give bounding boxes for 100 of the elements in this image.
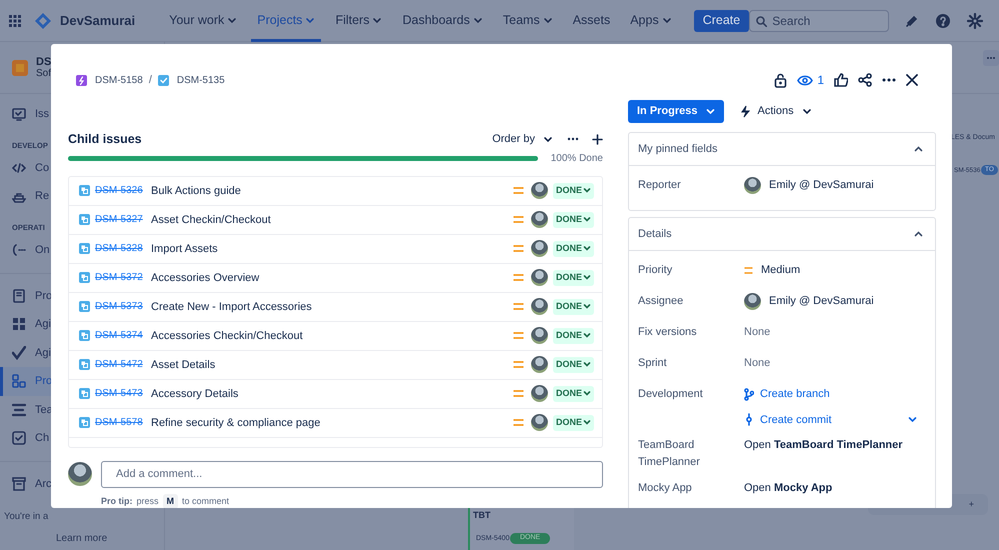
create-commit-link[interactable]: Create commit [744, 412, 832, 428]
assignee-avatar[interactable] [530, 327, 548, 344]
brand-name[interactable]: DevSamurai [60, 10, 136, 30]
user-avatar [744, 177, 761, 194]
field-label: Sprint [637, 356, 668, 371]
issue-summary: Import Assets [151, 242, 219, 256]
chevron-down-icon [583, 303, 591, 310]
comment-field[interactable]: Add a comment... [101, 460, 603, 488]
settings-icon[interactable] [967, 12, 984, 28]
user-avatar [744, 293, 761, 310]
assignee-avatar[interactable] [530, 211, 548, 228]
add-icon[interactable] [592, 134, 603, 145]
watch-button[interactable]: 1 [797, 71, 824, 89]
status-dropdown[interactable]: DONE [552, 328, 594, 344]
status-button[interactable]: In Progress [628, 100, 724, 123]
chevron-down-icon[interactable] [908, 416, 917, 424]
issue-key-link[interactable]: DSM-5473 [95, 386, 151, 402]
field-label: TeamBoard TimePlanner [637, 438, 701, 470]
share-icon[interactable] [858, 73, 872, 87]
breadcrumb-link[interactable]: DSM-5135 [158, 72, 225, 88]
nav-menu-item[interactable]: Dashboards [396, 0, 489, 42]
issue-key-link[interactable]: DSM-5372 [95, 270, 151, 286]
assignee-avatar[interactable] [530, 240, 548, 258]
close-icon[interactable] [906, 74, 918, 86]
assignee-avatar[interactable] [530, 385, 548, 402]
more-button[interactable] [983, 50, 999, 66]
assignee-avatar[interactable] [530, 182, 548, 200]
branch-icon [744, 388, 754, 401]
chevron-down-icon [372, 16, 382, 25]
assignee-avatar[interactable] [530, 356, 548, 374]
status-dropdown[interactable]: DONE [552, 299, 594, 314]
status-dropdown[interactable]: DONE [552, 357, 594, 372]
nav-menu-item[interactable]: Apps [624, 0, 678, 42]
search-field[interactable]: Search [749, 10, 890, 32]
nav-menu-item[interactable]: Filters [329, 0, 388, 42]
issue-key-link[interactable]: DSM-5472 [95, 357, 151, 372]
subtask-icon [79, 417, 90, 428]
issue-key-link[interactable]: DSM-5326 [95, 183, 151, 198]
user-name[interactable]: Emily @ DevSamurai [769, 177, 874, 194]
sidebar-item[interactable]: On [0, 236, 52, 264]
sidebar-item[interactable]: Agi [0, 310, 53, 338]
issue-key-link[interactable]: DSM-5374 [95, 328, 151, 344]
sidebar-item[interactable]: Arc [0, 470, 54, 498]
help-icon[interactable] [935, 12, 952, 28]
more-icon[interactable] [567, 137, 579, 142]
sidebar-item[interactable]: Ch [0, 424, 52, 452]
user-name[interactable]: Emily @ DevSamurai [769, 293, 874, 310]
issue-summary: Accessories Overview [151, 270, 260, 286]
create-branch-link[interactable]: Create branch [744, 386, 830, 402]
sidebar-item[interactable]: Co [0, 154, 52, 182]
actions-button[interactable]: Actions [740, 103, 812, 120]
sidebar-item[interactable]: Pro [0, 282, 54, 310]
priority-medium-icon [512, 419, 524, 426]
priority-medium-icon [744, 266, 753, 274]
search-icon [756, 16, 768, 26]
issue-key-link[interactable]: DSM-5328 [95, 241, 151, 256]
assignee-avatar[interactable] [530, 298, 548, 316]
issue-key-link[interactable]: DSM-5373 [95, 299, 151, 314]
priority-medium-icon [512, 187, 524, 194]
grid-icon [12, 317, 26, 332]
subtask-icon [79, 214, 90, 226]
sidebar-item[interactable]: Re [0, 182, 52, 211]
sidebar-item[interactable]: Agi [0, 338, 53, 367]
status-dropdown[interactable]: DONE [552, 415, 594, 430]
nav-menu-item[interactable]: Teams [496, 0, 559, 42]
priority-medium-icon [512, 303, 524, 310]
status-dropdown[interactable]: DONE [552, 241, 594, 256]
create-button[interactable]: Create [694, 10, 750, 32]
keyboard-key: M [162, 494, 178, 508]
more-icon[interactable] [882, 78, 896, 82]
learn-more-link[interactable]: Learn more [56, 531, 108, 546]
chevron-up-icon[interactable] [914, 146, 923, 152]
chevron-up-icon[interactable] [914, 231, 923, 237]
nav-menu-item[interactable]: Your work [163, 0, 244, 42]
issue-key-link[interactable]: DSM-5578 [95, 415, 151, 430]
card-title: TBT [473, 509, 490, 522]
project-name: DS [36, 56, 52, 68]
breadcrumb-link[interactable]: DSM-5158 [76, 72, 143, 88]
lock-icon[interactable] [774, 72, 788, 88]
app-link[interactable]: Open Mocky App [744, 482, 832, 494]
nav-menu-item[interactable]: Assets [566, 0, 616, 42]
app-grid-icon[interactable] [8, 14, 22, 28]
status-dropdown[interactable]: DONE [552, 386, 594, 402]
page-icon [12, 288, 26, 303]
chevron-down-icon [583, 390, 591, 398]
issue-summary: Refine security & compliance page [151, 416, 322, 430]
status-dropdown[interactable]: DONE [552, 183, 594, 198]
issue-key-link[interactable]: DSM-5327 [95, 212, 151, 228]
app-link[interactable]: Open TeamBoard TimePlanner [744, 439, 903, 451]
eye-icon [797, 74, 814, 86]
assignee-avatar[interactable] [530, 269, 548, 286]
assignee-avatar[interactable] [530, 414, 548, 432]
order-by-button[interactable]: Order by [492, 131, 553, 148]
thumbs-up-icon[interactable] [834, 73, 848, 87]
issues-icon [12, 107, 26, 122]
more-icon [986, 56, 996, 60]
status-dropdown[interactable]: DONE [552, 270, 594, 286]
nav-menu-item[interactable]: Projects [251, 0, 322, 42]
status-dropdown[interactable]: DONE [552, 212, 594, 228]
sidebar-item[interactable]: Iss [0, 100, 52, 128]
